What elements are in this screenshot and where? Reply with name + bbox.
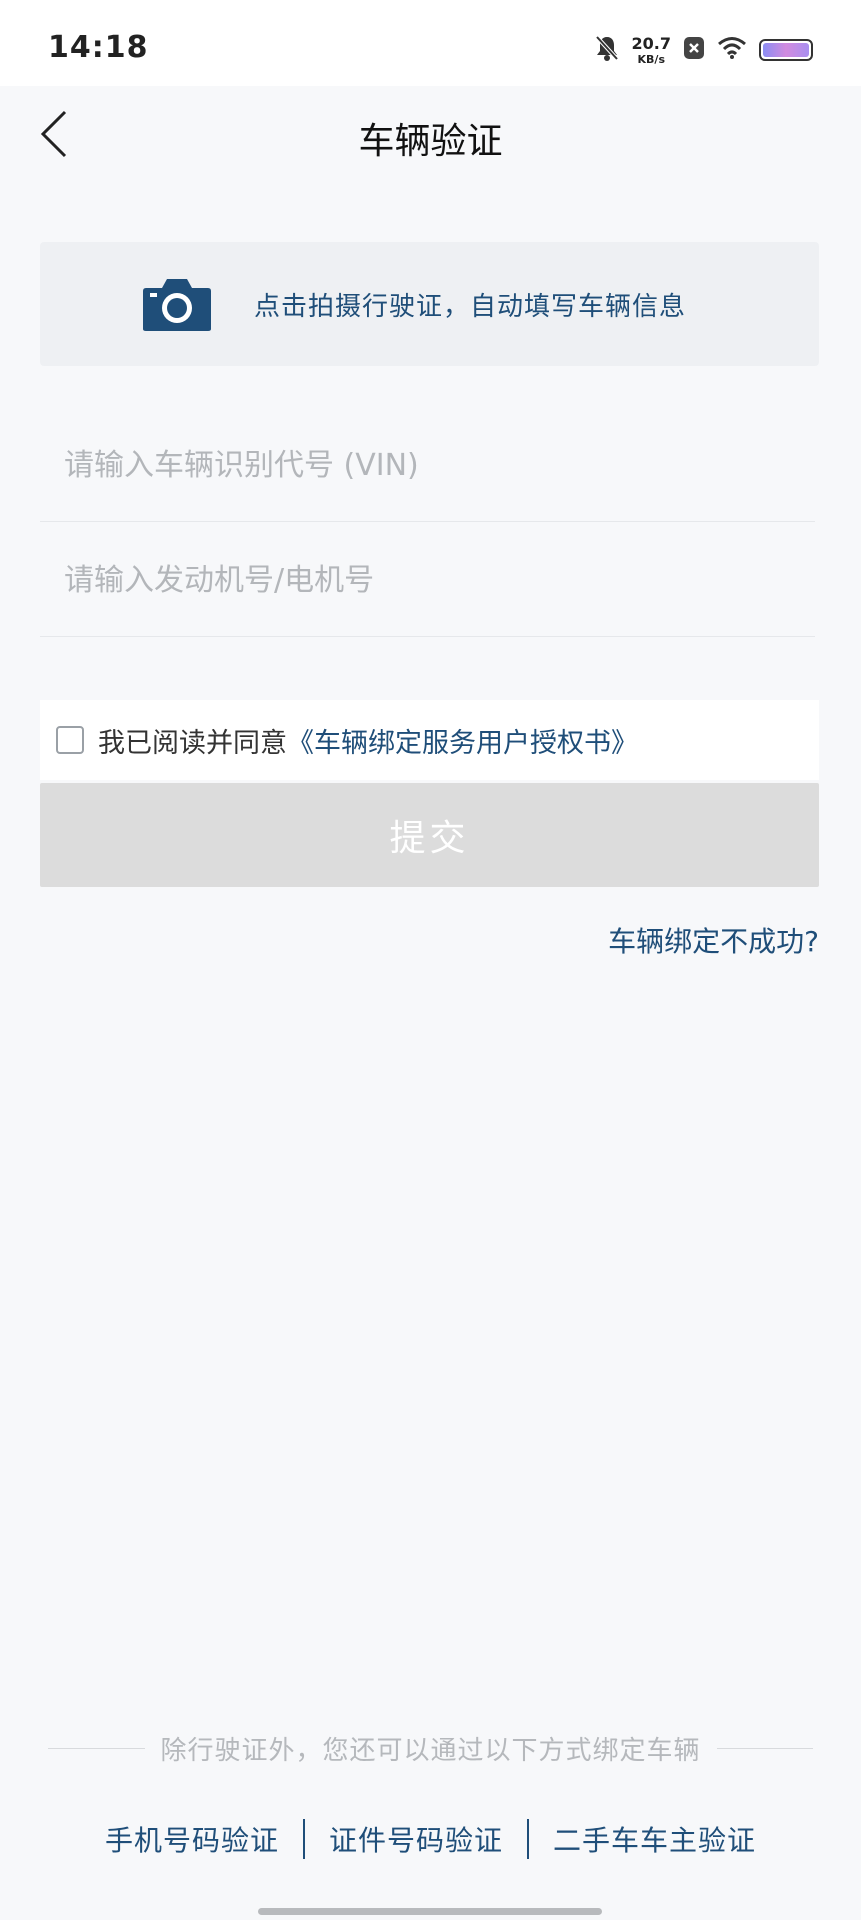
scan-license-text: 点击拍摄行驶证，自动填写车辆信息: [254, 291, 687, 322]
agreement-row: 我已阅读并同意 《车辆绑定服务用户授权书》: [40, 700, 819, 780]
bind-failed-help-link[interactable]: 车辆绑定不成功?: [608, 920, 819, 960]
status-time: 14:18: [48, 30, 149, 65]
engine-number-input[interactable]: [40, 525, 815, 636]
status-icons: 20.7 KB/s: [594, 30, 813, 70]
scan-license-card[interactable]: 点击拍摄行驶证，自动填写车辆信息: [40, 242, 819, 366]
alt-methods: 手机号码验证 证件号码验证 二手车车主验证: [0, 1816, 861, 1862]
vin-field-row: [40, 410, 815, 522]
battery-icon: [759, 39, 813, 61]
network-speed: 20.7 KB/s: [631, 33, 671, 66]
used-car-owner-verify-link[interactable]: 二手车车主验证: [553, 1819, 756, 1859]
close-notification-icon: [683, 36, 705, 64]
wifi-icon: [717, 36, 747, 64]
page-title: 车辆验证: [358, 121, 503, 162]
separator: [527, 1819, 529, 1859]
home-indicator[interactable]: [258, 1908, 602, 1915]
agreement-label: 我已阅读并同意: [98, 727, 287, 759]
camera-icon: [143, 279, 211, 331]
alt-methods-divider: 除行驶证外，您还可以通过以下方式绑定车辆: [48, 1728, 814, 1768]
submit-button[interactable]: 提交: [40, 783, 819, 887]
agreement-checkbox[interactable]: [56, 726, 84, 754]
agreement-link[interactable]: 《车辆绑定服务用户授权书》: [287, 721, 638, 760]
phone-verify-link[interactable]: 手机号码验证: [105, 1819, 279, 1859]
engine-field-row: [40, 525, 815, 637]
id-verify-link[interactable]: 证件号码验证: [329, 1819, 503, 1859]
separator: [302, 1819, 305, 1859]
divider-line-left: [48, 1747, 145, 1749]
bell-off-icon: [594, 34, 620, 66]
nav-bar: 车辆验证: [0, 86, 861, 182]
divider-line-right: [716, 1747, 814, 1749]
status-bar: 14:18 20.7 KB/s: [0, 0, 861, 86]
vin-input[interactable]: [40, 410, 815, 521]
alt-methods-hint: 除行驶证外，您还可以通过以下方式绑定车辆: [160, 1735, 701, 1766]
